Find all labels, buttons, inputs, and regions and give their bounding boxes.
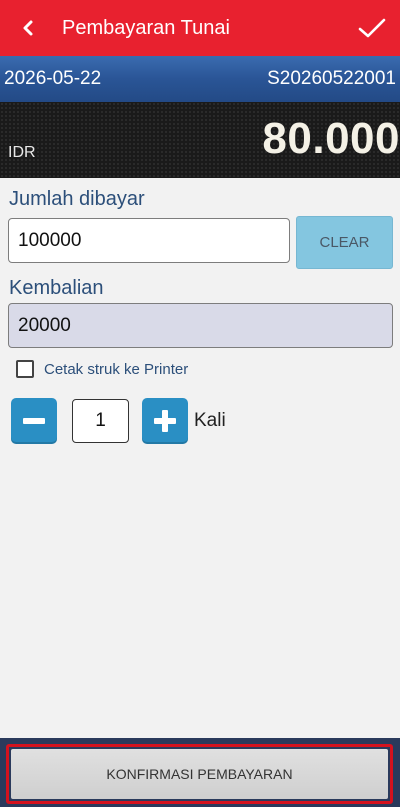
print-receipt-option[interactable]: Cetak struk ke Printer: [16, 360, 188, 378]
check-icon: [358, 18, 386, 38]
total-amount-panel: IDR 80.000: [0, 102, 400, 178]
paid-amount-label: Jumlah dibayar: [9, 188, 145, 210]
paid-amount-input[interactable]: 100000: [8, 218, 290, 263]
app-header: Pembayaran Tunai: [0, 0, 400, 56]
back-button[interactable]: [0, 0, 56, 56]
confirm-payment-button[interactable]: KONFIRMASI PEMBAYARAN: [11, 749, 388, 799]
transaction-date: 2026-05-22: [4, 68, 102, 89]
plus-icon: [154, 410, 176, 432]
copies-unit-label: Kali: [194, 410, 226, 431]
print-receipt-label: Cetak struk ke Printer: [44, 360, 189, 378]
confirm-check-button[interactable]: [344, 0, 400, 56]
currency-label: IDR: [8, 144, 36, 161]
minus-icon: [23, 418, 45, 424]
change-label: Kembalian: [9, 277, 104, 299]
chevron-left-icon: [23, 20, 33, 36]
transaction-info-bar: 2026-05-22 S20260522001: [0, 56, 400, 102]
decrement-button[interactable]: [11, 398, 57, 444]
increment-button[interactable]: [142, 398, 188, 444]
clear-button[interactable]: CLEAR: [296, 216, 393, 269]
transaction-id: S20260522001: [267, 68, 396, 89]
page-title: Pembayaran Tunai: [62, 16, 230, 39]
change-value: 20000: [18, 314, 71, 336]
paid-amount-value: 100000: [18, 229, 82, 251]
total-amount: 80.000: [262, 114, 400, 163]
print-receipt-checkbox[interactable]: [16, 360, 34, 378]
copies-value: 1: [95, 410, 106, 431]
change-field: 20000: [8, 303, 393, 348]
copies-stepper-value[interactable]: 1: [72, 399, 129, 443]
